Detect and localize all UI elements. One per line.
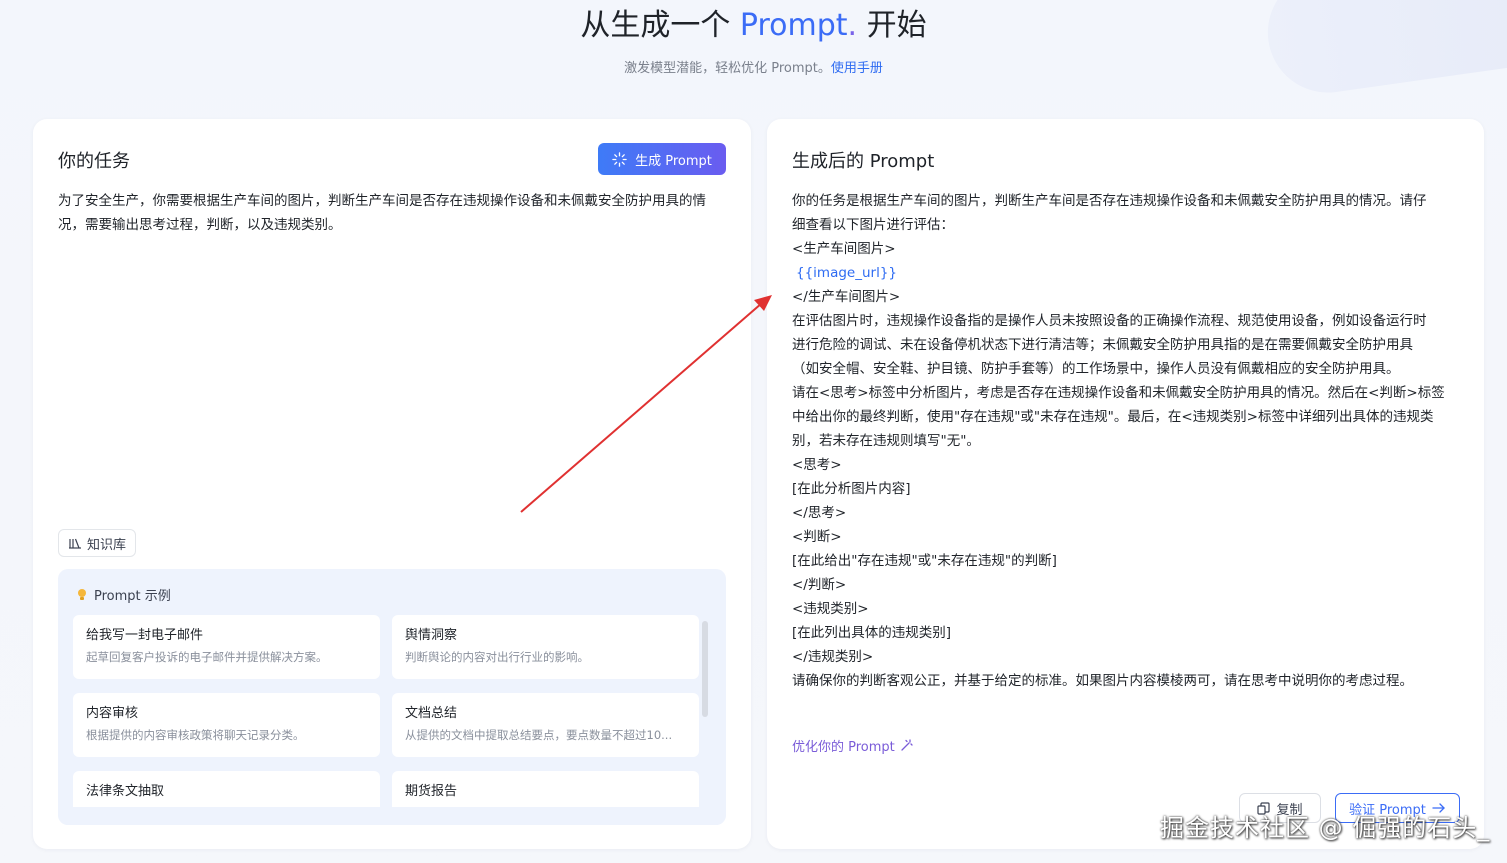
example-desc: 从提供的文档中提取总结要点，要点数量不超过10... (405, 728, 673, 742)
output-panel-title: 生成后的 Prompt (792, 151, 935, 172)
generate-prompt-button[interactable]: 生成 Prompt (598, 143, 726, 175)
example-title: 给我写一封电子邮件 (86, 628, 204, 643)
knowledge-base-label: 知识库 (87, 537, 127, 553)
prompt-line: 细查看以下图片进行评估： (792, 217, 954, 233)
prompt-line: </违规类别> (792, 649, 874, 665)
example-card[interactable]: 内容审核 根据提供的内容审核政策将聊天记录分类。 (73, 693, 380, 757)
example-desc: 根据提供的内容审核政策将聊天记录分类。 (86, 728, 305, 742)
examples-scrollbar[interactable] (702, 621, 708, 717)
example-card[interactable]: 文档总结 从提供的文档中提取总结要点，要点数量不超过10... (392, 693, 699, 757)
prompt-line: <思考> (792, 457, 842, 473)
prompt-line: <生产车间图片> (792, 241, 896, 257)
prompt-line: <判断> (792, 529, 842, 545)
watermark: 掘金技术社区 @ 倔强的石头_ (1160, 814, 1491, 842)
examples-header: Prompt 示例 (76, 585, 171, 604)
knowledge-base-button[interactable]: 知识库 (58, 529, 137, 557)
prompt-line: </判断> (792, 577, 847, 593)
prompt-line: 进行危险的调试、未在设备停机状态下进行清洁等；未佩戴安全防护用具指的是在需要佩戴… (792, 337, 1413, 353)
example-card[interactable]: 给我写一封电子邮件 起草回复客户投诉的电子邮件并提供解决方案。 (73, 615, 380, 679)
template-variable: {{image_url}} (796, 265, 898, 281)
example-card[interactable]: 舆情洞察 判断舆论的内容对出行行业的影响。 (392, 615, 699, 679)
prompt-line: 别，若未存在违规则填写"无"。 (792, 433, 980, 449)
prompt-line: 在评估图片时，违规操作设备指的是操作人员未按照设备的正确操作流程、规范使用设备，… (792, 313, 1427, 329)
example-title: 文档总结 (405, 706, 458, 721)
task-panel: 你的任务 生成 Prompt 为了安全生产，你需要根据生产车间的图片，判断生产车… (33, 119, 751, 849)
prompt-line: [在此分析图片内容] (792, 481, 911, 497)
prompt-line: 请确保你的判断客观公正，并基于给定的标准。如果图片内容模棱两可，请在思考中说明你… (792, 673, 1413, 689)
task-panel-title: 你的任务 (58, 151, 130, 172)
generate-button-label: 生成 Prompt (635, 153, 712, 169)
prompt-line: 你的任务是根据生产车间的图片，判断生产车间是否存在违规操作设备和未佩戴安全防护用… (792, 193, 1427, 209)
optimize-prompt-link[interactable]: 优化你的 Prompt (792, 736, 913, 755)
example-title: 期货报告 (405, 784, 458, 799)
sparkle-icon (612, 151, 627, 167)
examples-bottom-edge (58, 807, 726, 825)
manual-link[interactable]: 使用手册 (831, 61, 883, 76)
prompt-line: （如安全帽、安全鞋、护目镜、防护手套等）的工作场景中，操作人员没有佩戴相应的安全… (792, 361, 1400, 377)
magic-wand-icon (901, 739, 913, 751)
books-icon (69, 538, 81, 549)
task-input[interactable]: 为了安全生产，你需要根据生产车间的图片，判断生产车间是否存在违规操作设备和未佩戴… (58, 189, 728, 237)
example-title: 法律条文抽取 (86, 784, 165, 799)
example-title: 内容审核 (86, 706, 139, 721)
prompt-line: </生产车间图片> (792, 289, 901, 305)
prompt-examples: Prompt 示例 给我写一封电子邮件 起草回复客户投诉的电子邮件并提供解决方案… (58, 569, 726, 825)
example-desc: 判断舆论的内容对出行行业的影响。 (405, 650, 589, 664)
prompt-line: 请在<思考>标签中分析图片，考虑是否存在违规操作设备和未佩戴安全防护用具的情况。… (792, 385, 1445, 401)
prompt-line: <违规类别> (792, 601, 869, 617)
output-panel: 生成后的 Prompt 你的任务是根据生产车间的图片，判断生产车间是否存在违规操… (767, 119, 1484, 849)
generated-prompt-text[interactable]: 你的任务是根据生产车间的图片，判断生产车间是否存在违规操作设备和未佩戴安全防护用… (792, 189, 1460, 693)
lightbulb-icon (78, 588, 86, 600)
example-title: 舆情洞察 (405, 628, 458, 643)
example-desc: 起草回复客户投诉的电子邮件并提供解决方案。 (86, 650, 328, 664)
hero-title: 从生成一个 Prompt. 开始 (580, 8, 927, 43)
prompt-line: 中给出你的最终判断，使用"存在违规"或"未存在违规"。最后，在<违规类别>标签中… (792, 409, 1434, 425)
prompt-line: </思考> (792, 505, 847, 521)
optimize-label: 优化你的 Prompt (792, 740, 895, 755)
examples-title: Prompt 示例 (94, 589, 171, 604)
prompt-line: [在此给出"存在违规"或"未存在违规"的判断] (792, 553, 1057, 569)
hero-subtitle: 激发模型潜能，轻松优化 Prompt。使用手册 (624, 61, 883, 76)
prompt-line: [在此列出具体的违规类别] (792, 625, 952, 641)
